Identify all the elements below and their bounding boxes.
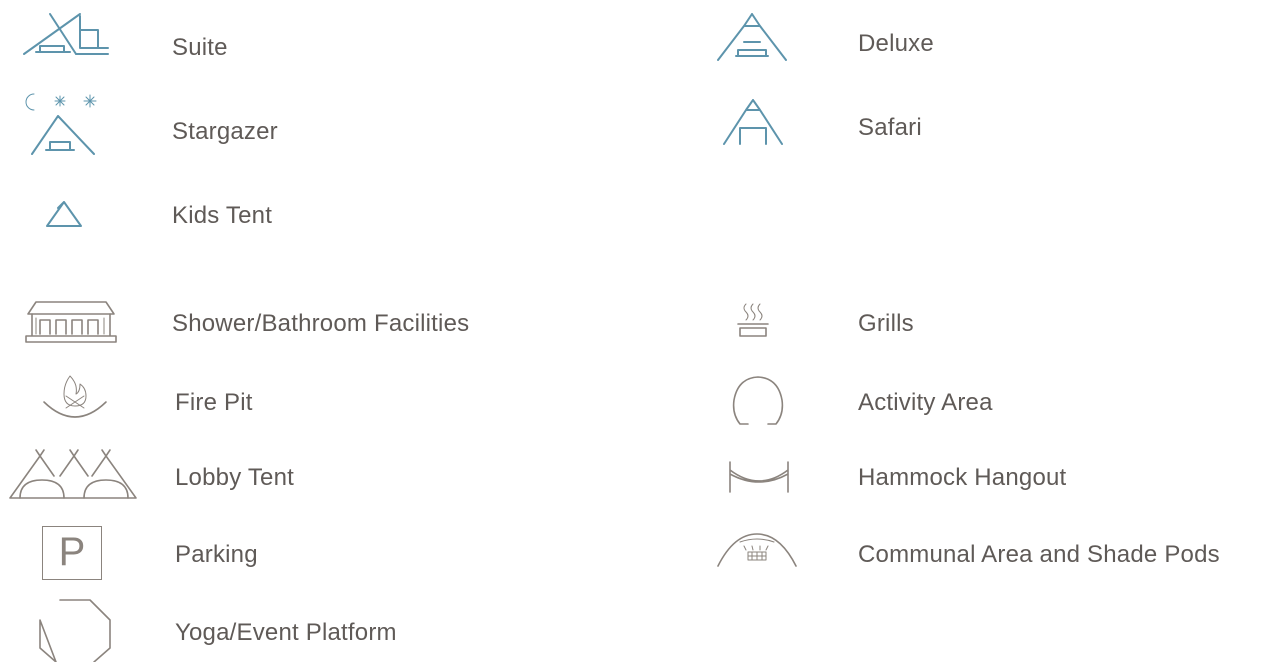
stargazer-label: Stargazer xyxy=(172,118,278,145)
bathhouse-icon xyxy=(25,301,117,343)
parking-icon: P xyxy=(42,526,102,580)
activity-area-label: Activity Area xyxy=(858,389,993,416)
safari-label: Safari xyxy=(858,114,922,141)
lobby-tent-icon xyxy=(9,449,137,499)
parking-glyph: P xyxy=(58,530,86,574)
yoga-label: Yoga/Event Platform xyxy=(175,619,397,646)
deluxe-tent-icon xyxy=(717,13,787,61)
communal-label: Communal Area and Shade Pods xyxy=(858,541,1220,568)
grill-icon xyxy=(737,303,769,337)
kids-tent-icon xyxy=(46,201,82,227)
suite-tent-icon xyxy=(23,13,109,55)
map-legend: Suite Deluxe Stargazer Safari Kids Tent … xyxy=(0,0,1266,662)
grills-label: Grills xyxy=(858,310,914,337)
octagon-platform-icon xyxy=(39,599,111,662)
activity-area-icon xyxy=(732,376,784,425)
fire-pit-icon xyxy=(43,375,107,418)
hammock-icon xyxy=(729,461,789,493)
safari-tent-icon xyxy=(723,99,783,145)
shade-pod-icon xyxy=(717,533,797,567)
kids-tent-label: Kids Tent xyxy=(172,202,273,229)
parking-label: Parking xyxy=(175,541,258,568)
lobby-tent-label: Lobby Tent xyxy=(175,464,294,491)
fire-pit-label: Fire Pit xyxy=(175,389,253,416)
stargazer-tent-icon xyxy=(25,93,97,155)
deluxe-label: Deluxe xyxy=(858,30,934,57)
suite-label: Suite xyxy=(172,34,228,61)
hammock-label: Hammock Hangout xyxy=(858,464,1067,491)
shower-label: Shower/Bathroom Facilities xyxy=(172,310,470,337)
